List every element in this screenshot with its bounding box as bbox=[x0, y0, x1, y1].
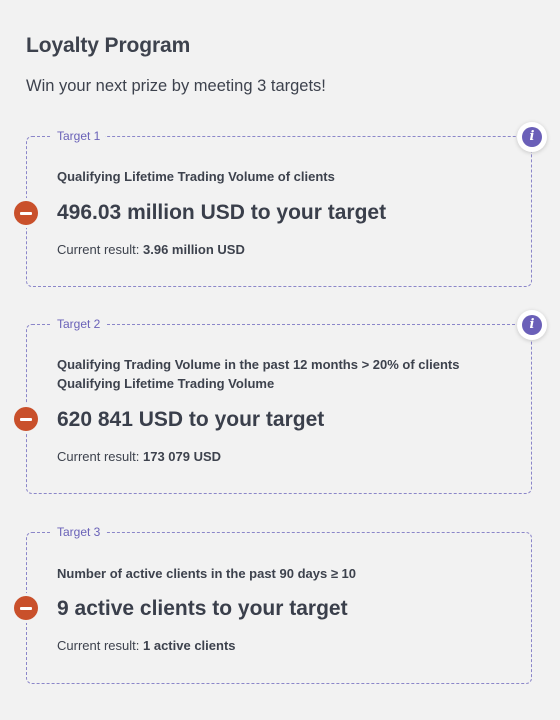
minus-circle-icon bbox=[14, 596, 38, 620]
target-criterion: Qualifying Lifetime Trading Volume of cl… bbox=[57, 169, 335, 184]
target-criterion: Number of active clients in the past 90 … bbox=[57, 566, 357, 581]
current-result-value: 3.96 million USD bbox=[143, 242, 245, 257]
current-result-label: Current result: bbox=[57, 449, 140, 464]
target-label: Target 1 bbox=[52, 128, 106, 144]
target-card-1: Target 1 i Qualifying Lifetime Trading V… bbox=[14, 122, 547, 287]
info-icon: i bbox=[522, 127, 542, 147]
target-criterion: Qualifying Trading Volume in the past 12… bbox=[57, 357, 460, 391]
target-remaining: 496.03 million USD to your target bbox=[57, 201, 387, 224]
target-remaining: 9 active clients to your target bbox=[57, 597, 348, 620]
current-result-label: Current result: bbox=[57, 242, 140, 257]
current-result-value: 1 active clients bbox=[143, 638, 236, 653]
target-label: Target 2 bbox=[52, 316, 106, 332]
minus-circle-icon bbox=[14, 407, 38, 431]
current-result: Current result: 3.96 million USD bbox=[57, 242, 245, 257]
current-result-value: 173 079 USD bbox=[143, 449, 222, 464]
info-button[interactable]: i bbox=[517, 310, 547, 340]
current-result: Current result: 173 079 USD bbox=[57, 449, 221, 464]
target-label: Target 3 bbox=[52, 524, 106, 540]
current-result-label: Current result: bbox=[57, 638, 140, 653]
target-card-2: Target 2 i Qualifying Trading Volume in … bbox=[14, 310, 547, 494]
target-card-3: Target 3 Number of active clients in the… bbox=[14, 524, 532, 684]
page-subtitle: Win your next prize by meeting 3 targets… bbox=[26, 77, 326, 95]
minus-circle-icon bbox=[14, 201, 38, 225]
info-button[interactable]: i bbox=[517, 122, 547, 152]
page-title: Loyalty Program bbox=[26, 34, 191, 57]
target-remaining: 620 841 USD to your target bbox=[57, 408, 325, 431]
info-icon: i bbox=[522, 315, 542, 335]
current-result: Current result: 1 active clients bbox=[57, 638, 236, 653]
